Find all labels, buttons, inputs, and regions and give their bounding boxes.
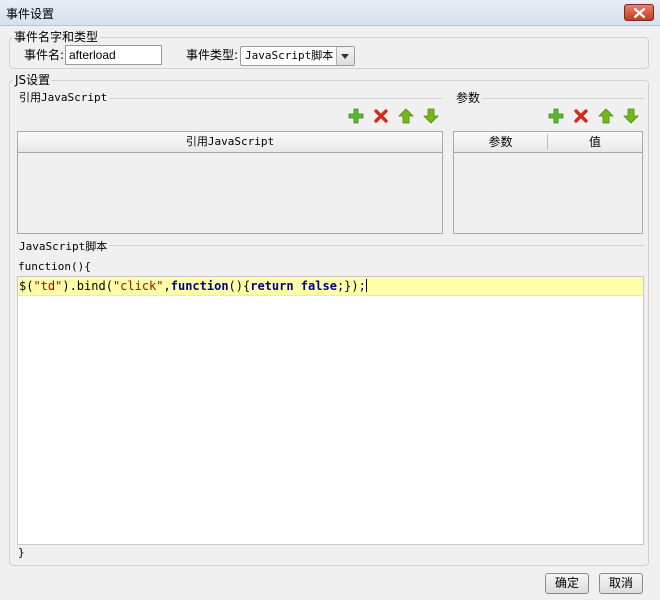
close-icon bbox=[634, 8, 645, 18]
move-up-icon bbox=[598, 108, 614, 124]
code-string: "td" bbox=[33, 279, 63, 293]
close-button[interactable] bbox=[624, 4, 654, 21]
code-keyword: return false bbox=[250, 279, 337, 293]
event-type-label: 事件类型: bbox=[186, 48, 239, 62]
delete-icon bbox=[374, 109, 388, 123]
params-legend: 参数 bbox=[454, 91, 483, 105]
script-header: function(){ bbox=[18, 260, 91, 273]
move-down-icon bbox=[423, 108, 439, 124]
event-type-select[interactable]: JavaScript脚本 bbox=[240, 46, 355, 66]
script-separator bbox=[17, 245, 644, 246]
chevron-down-icon bbox=[341, 54, 349, 59]
params-add-button[interactable] bbox=[548, 108, 564, 124]
code-token: (){ bbox=[228, 279, 251, 293]
code-line: $("td").bind("click",function(){return f… bbox=[19, 279, 367, 293]
refs-table[interactable]: 引用JavaScript bbox=[17, 131, 443, 234]
script-legend: JavaScript脚本 bbox=[17, 240, 110, 254]
params-column-name[interactable]: 参数 bbox=[454, 132, 547, 152]
title-bar: 事件设置 bbox=[0, 0, 660, 26]
move-down-icon bbox=[623, 108, 639, 124]
refs-legend: 引用JavaScript bbox=[17, 91, 110, 105]
code-token: ;}); bbox=[336, 279, 366, 293]
window-title: 事件设置 bbox=[6, 7, 55, 21]
script-footer: } bbox=[18, 546, 25, 559]
params-move-down-button[interactable] bbox=[623, 108, 639, 124]
params-column-value[interactable]: 值 bbox=[548, 132, 642, 152]
js-group-legend: JS设置 bbox=[13, 73, 53, 87]
code-keyword: function bbox=[170, 279, 229, 293]
code-string: "click" bbox=[112, 279, 164, 293]
event-name-label: 事件名: bbox=[24, 48, 65, 62]
params-separator bbox=[455, 98, 644, 99]
refs-column-header[interactable]: 引用JavaScript bbox=[18, 132, 442, 152]
refs-move-up-button[interactable] bbox=[398, 108, 414, 124]
delete-icon bbox=[574, 109, 588, 123]
refs-move-down-button[interactable] bbox=[423, 108, 439, 124]
event-name-field[interactable]: afterload bbox=[65, 45, 162, 65]
params-move-up-button[interactable] bbox=[598, 108, 614, 124]
params-delete-button[interactable] bbox=[573, 108, 589, 124]
ok-button[interactable]: 确定 bbox=[545, 573, 589, 594]
params-table-header: 参数 值 bbox=[454, 132, 642, 153]
add-icon bbox=[348, 108, 364, 124]
event-type-value: JavaScript脚本 bbox=[245, 49, 334, 62]
add-icon bbox=[548, 108, 564, 124]
refs-add-button[interactable] bbox=[348, 108, 364, 124]
dropdown-arrow[interactable] bbox=[336, 47, 354, 65]
code-token: ).bind( bbox=[62, 279, 113, 293]
refs-table-header: 引用JavaScript bbox=[18, 132, 442, 153]
refs-delete-button[interactable] bbox=[373, 108, 389, 124]
code-token: , bbox=[163, 279, 171, 293]
code-token: $( bbox=[19, 279, 34, 293]
event-group-legend: 事件名字和类型 bbox=[12, 30, 101, 44]
move-up-icon bbox=[398, 108, 414, 124]
script-editor[interactable]: $("td").bind("click",function(){return f… bbox=[17, 276, 644, 545]
cancel-button[interactable]: 取消 bbox=[599, 573, 643, 594]
params-table[interactable]: 参数 值 bbox=[453, 131, 643, 234]
text-caret bbox=[365, 279, 367, 292]
